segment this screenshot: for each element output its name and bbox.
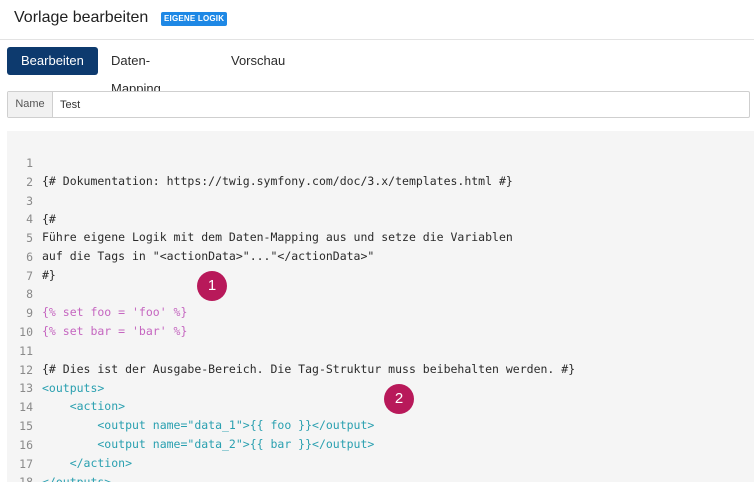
page-header: Vorlage bearbeiten EIGENE LOGIK (0, 0, 754, 40)
code-line: 17 </outputs> (7, 437, 754, 482)
code-line: 6 #} (7, 230, 754, 282)
code-line: 15 <output name="data_2">{{ bar }}</outp… (7, 399, 754, 451)
code-line: 4 Führe eigene Logik mit dem Daten-Mappi… (7, 192, 754, 244)
code-line: 7 (7, 249, 754, 283)
code-line: 13 <action> (7, 361, 754, 413)
code-line: 18 (7, 455, 754, 482)
name-label: Name (8, 92, 53, 117)
custom-logic-badge: EIGENE LOGIK (161, 12, 228, 26)
code-line: 3 {# (7, 174, 754, 226)
code-line: 9 {% set bar = 'bar' %} (7, 286, 754, 338)
code-line: 1 {# Dokumentation: https://twig.symfony… (7, 136, 754, 188)
line-number: 18 (19, 475, 33, 482)
name-field-group: Name (7, 91, 750, 118)
name-input[interactable] (54, 92, 748, 117)
code-line: 2 (7, 155, 754, 189)
tab-edit[interactable]: Bearbeiten (7, 47, 98, 75)
code-line: 8 {% set foo = 'foo' %} (7, 267, 754, 319)
code-line: 14 <output name="data_1">{{ foo }}</outp… (7, 380, 754, 432)
code-line: 5 auf die Tags in "<actionData>"..."</ac… (7, 211, 754, 263)
code-editor[interactable]: 1 {# Dokumentation: https://twig.symfony… (7, 131, 754, 482)
callout-marker-1: 1 (197, 271, 227, 301)
tab-preview[interactable]: Vorschau (231, 47, 285, 75)
code-line: 16 </action> (7, 418, 754, 470)
code-line: 12 <outputs> (7, 343, 754, 395)
callout-marker-2: 2 (384, 384, 414, 414)
page-title: Vorlage bearbeiten (14, 9, 149, 26)
code-line: 10 (7, 305, 754, 339)
code-line: 11 {# Dies ist der Ausgabe-Bereich. Die … (7, 324, 754, 376)
tab-data-mapping[interactable]: Daten-Mapping (111, 47, 161, 96)
code-text: </outputs> (42, 475, 112, 482)
